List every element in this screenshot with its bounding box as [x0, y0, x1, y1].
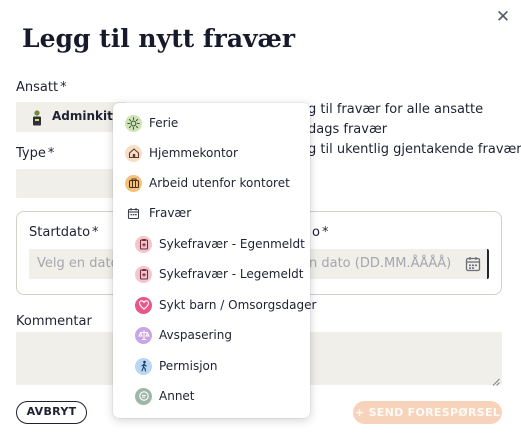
- required-mark: *: [60, 80, 67, 95]
- type-label: Type *: [16, 146, 54, 161]
- calendar-icon[interactable]: [465, 256, 481, 272]
- type-dropdown-menu: Ferie Hjemmekontor Arbeid utenfor kontor…: [113, 103, 316, 418]
- start-date-label: Startdato *: [29, 225, 99, 240]
- menu-item-permisjon[interactable]: Permisjon: [135, 354, 217, 378]
- heart-icon: [135, 296, 152, 314]
- menu-item-label: Sykt barn / Omsorgsdager: [159, 298, 317, 312]
- start-date-label-text: Startdato: [29, 225, 91, 240]
- menu-item-sykefravaer-legemeldt[interactable]: Sykefravær - Legemeldt: [135, 262, 304, 286]
- dialog-title: Legg til nytt fravær: [22, 24, 296, 53]
- clipboard-icon: [135, 265, 152, 283]
- option-full-day[interactable]: dags fravær: [308, 122, 387, 137]
- menu-item-annet[interactable]: Annet: [135, 384, 195, 408]
- menu-item-sykefravaer-egenmeldt[interactable]: Sykefravær - Egenmeldt: [135, 232, 305, 256]
- chat-icon: [135, 387, 152, 405]
- required-mark: *: [47, 146, 55, 161]
- option-weekly-recurring[interactable]: g til ukentlig gjentakende fravær: [308, 142, 521, 157]
- briefcase-icon: [125, 174, 142, 192]
- menu-item-hjemmekontor[interactable]: Hjemmekontor: [125, 141, 238, 165]
- menu-item-label: Ferie: [149, 116, 179, 130]
- menu-item-label: Avspasering: [159, 328, 232, 342]
- start-date-input[interactable]: Velg en dato (: [29, 249, 128, 279]
- type-select[interactable]: [16, 169, 116, 198]
- sun-icon: [125, 114, 142, 132]
- cancel-button[interactable]: AVBRYT: [16, 401, 87, 424]
- send-request-button[interactable]: + SEND FORESPØRSEL: [353, 401, 502, 424]
- balance-icon: [135, 326, 152, 344]
- required-mark: *: [321, 225, 329, 240]
- employee-select[interactable]: Adminkit De: [16, 102, 135, 132]
- option-all-employees[interactable]: g til fravær for alle ansatte: [308, 102, 483, 117]
- clipboard-icon: [135, 235, 152, 253]
- menu-item-sykt-barn[interactable]: Sykt barn / Omsorgsdager: [135, 293, 316, 317]
- menu-item-arbeid-utenfor-kontoret[interactable]: Arbeid utenfor kontoret: [125, 171, 290, 195]
- menu-item-fravaer[interactable]: Fravær: [125, 201, 191, 225]
- menu-item-label: Hjemmekontor: [149, 146, 238, 160]
- required-mark: *: [92, 225, 99, 240]
- person-icon: [32, 110, 42, 126]
- menu-item-label: Sykefravær - Egenmeldt: [159, 237, 305, 251]
- comment-label: Kommentar: [16, 314, 92, 329]
- end-date-label-text: o: [312, 225, 320, 240]
- menu-item-label: Sykefravær - Legemeldt: [159, 267, 304, 281]
- walking-icon: [135, 357, 152, 375]
- end-date-label: o *: [312, 225, 328, 240]
- employee-label: Ansatt *: [16, 80, 67, 95]
- menu-item-avspasering[interactable]: Avspasering: [135, 323, 232, 347]
- menu-item-label: Annet: [159, 389, 195, 403]
- menu-item-label: Permisjon: [159, 359, 218, 373]
- resize-handle-icon[interactable]: [492, 375, 500, 386]
- menu-item-label: Fravær: [149, 206, 192, 220]
- menu-item-ferie[interactable]: Ferie: [125, 111, 178, 135]
- end-date-placeholder: n dato (DD.MM.ÅÅÅÅ): [309, 256, 452, 271]
- employee-label-text: Ansatt: [16, 80, 59, 95]
- type-label-text: Type: [16, 146, 46, 161]
- calendar-icon: [125, 204, 142, 222]
- home-icon: [125, 144, 142, 162]
- close-icon[interactable]: ✕: [494, 8, 512, 26]
- menu-item-label: Arbeid utenfor kontoret: [149, 176, 290, 190]
- end-date-input[interactable]: n dato (DD.MM.ÅÅÅÅ): [299, 249, 489, 279]
